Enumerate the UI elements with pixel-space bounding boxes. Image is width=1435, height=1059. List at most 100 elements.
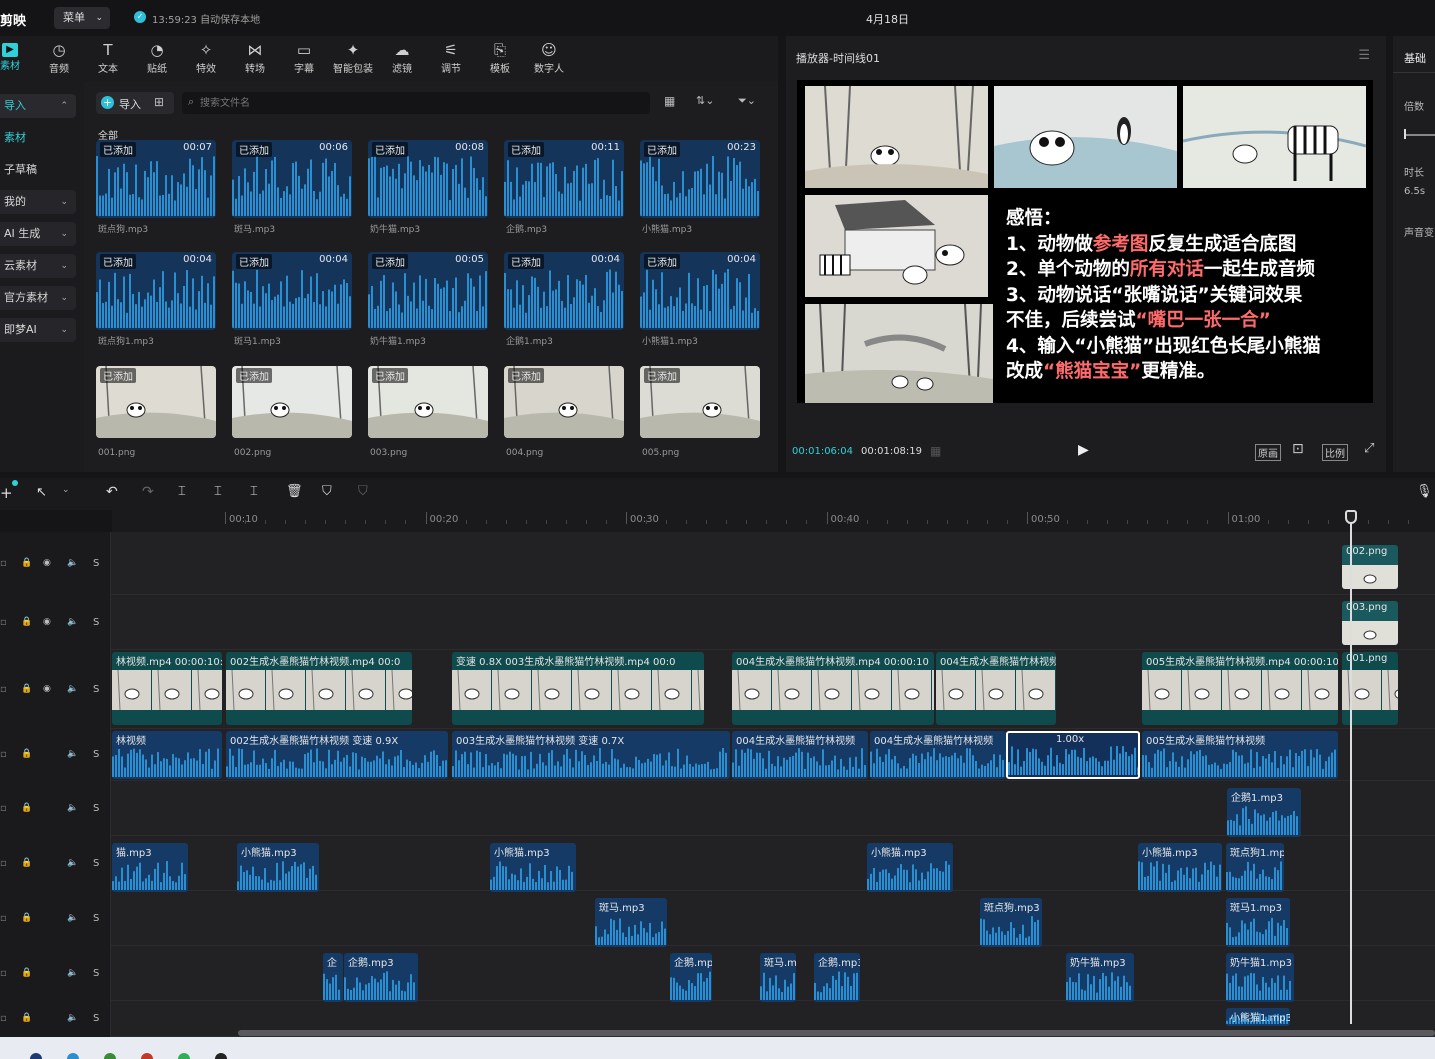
a1-clip[interactable]: 企鹅1.mp3 xyxy=(1227,788,1301,837)
nav-item-1[interactable]: 素材 xyxy=(0,126,76,150)
a4-clip[interactable]: 企鹅.mp xyxy=(670,953,712,1002)
a2-clip[interactable]: 小熊猫.mp3 xyxy=(237,843,319,892)
tool-smart-pack[interactable]: ✦ 智能包装 xyxy=(329,40,377,75)
view-toggle-icon[interactable]: ▦ xyxy=(664,94,675,108)
main-audio-clip[interactable]: 004生成水墨熊猫竹林视频 xyxy=(732,731,868,779)
search-box[interactable]: ⌕ xyxy=(182,92,650,114)
audio-row1-card-4[interactable]: 已添加 00:23 xyxy=(640,140,760,218)
audio-row2-card-3[interactable]: 已添加 00:04 xyxy=(504,252,624,330)
tool-media[interactable]: ▶ 素材 xyxy=(0,40,34,72)
select-tool-icon[interactable]: ↖ xyxy=(36,485,47,500)
image-card-0[interactable]: 已添加 xyxy=(96,366,216,438)
visibility-icon[interactable]: ◉ xyxy=(43,617,51,627)
taskbar-app-icon[interactable] xyxy=(104,1053,116,1059)
sort-icon[interactable]: ⇅⌄ xyxy=(696,94,714,107)
audio-row1-card-2[interactable]: 已添加 00:08 xyxy=(368,140,488,218)
a3-clip[interactable]: 斑马.mp3 xyxy=(595,898,667,947)
main-audio-clip[interactable]: 003生成水墨熊猫竹林视频 变速 0.7X xyxy=(452,731,730,779)
a4-clip[interactable]: 奶牛猫1.mp3 xyxy=(1226,953,1294,1002)
split-left-icon[interactable]: ⌶ xyxy=(214,484,222,499)
video-clip[interactable]: 005生成水墨熊猫竹林视频.mp4 00:00:10: xyxy=(1142,652,1338,725)
tool-template[interactable]: ⎘ 模板 xyxy=(476,40,524,75)
lock-icon[interactable]: 🔒 xyxy=(21,968,32,978)
basic-tab[interactable]: 基础 xyxy=(1404,50,1426,66)
taskbar-app-icon[interactable] xyxy=(178,1053,190,1059)
volume-icon[interactable]: 🔈 xyxy=(67,968,78,978)
delete-icon[interactable]: 🗑 xyxy=(286,484,303,499)
nav-item-5[interactable]: 云素材 ⌄ xyxy=(0,254,76,278)
a3-clip[interactable]: 斑点狗.mp3 xyxy=(980,898,1042,947)
audio-row2-card-0[interactable]: 已添加 00:04 xyxy=(96,252,216,330)
solo-button[interactable]: S xyxy=(93,913,99,924)
audio-row2-card-2[interactable]: 已添加 00:05 xyxy=(368,252,488,330)
video-clip[interactable]: 002生成水墨熊猫竹林视频.mp4 00:0 xyxy=(226,652,412,725)
solo-button[interactable]: S xyxy=(93,558,99,569)
lock-icon[interactable]: 🔒 xyxy=(21,558,32,568)
video-clip[interactable]: 变速 0.8X 003生成水墨熊猫竹林视频.mp4 00:0 xyxy=(452,652,704,725)
main-audio-clip[interactable]: 005生成水墨熊猫竹林视频 xyxy=(1142,731,1338,779)
original-quality-button[interactable]: 原画 xyxy=(1255,444,1281,461)
a2-clip[interactable]: 小熊猫.mp3 xyxy=(1138,843,1222,892)
volume-icon[interactable]: 🔈 xyxy=(67,684,78,694)
audio-row2-card-1[interactable]: 已添加 00:04 xyxy=(232,252,352,330)
tool-subtitle[interactable]: ▭ 字幕 xyxy=(280,40,328,75)
lock-icon[interactable]: 🔒 xyxy=(21,1013,32,1023)
fit-icon[interactable]: ⊡ xyxy=(1292,441,1304,457)
a2-clip[interactable]: 小熊猫.mp3 xyxy=(867,843,953,892)
image-card-4[interactable]: 已添加 xyxy=(640,366,760,438)
audio-row1-card-1[interactable]: 已添加 00:06 xyxy=(232,140,352,218)
video-clip[interactable]: 004生成水墨熊猫竹林视频 xyxy=(936,652,1056,725)
play-button[interactable]: ▶ xyxy=(1078,442,1089,458)
timeline-ruler[interactable]: 00:10 00:20 00:30 00:40 00:50 01:00 xyxy=(112,510,1435,532)
image-card-1[interactable]: 已添加 xyxy=(232,366,352,438)
tool-filter[interactable]: ☁ 滤镜 xyxy=(378,40,426,75)
main-audio-clip[interactable]: 004生成水墨熊猫竹林视频 xyxy=(870,731,1006,779)
taskbar-app-icon[interactable] xyxy=(215,1053,227,1059)
speed-slider[interactable] xyxy=(1404,134,1435,136)
visibility-icon[interactable]: ◉ xyxy=(43,684,51,694)
nav-item-6[interactable]: 官方素材 ⌄ xyxy=(0,286,76,310)
solo-button[interactable]: S xyxy=(93,1013,99,1024)
a2-clip[interactable]: 猫.mp3 xyxy=(112,843,188,892)
shield-icon[interactable]: ⛉ xyxy=(358,484,368,499)
fullscreen-icon[interactable]: ⤢ xyxy=(1364,441,1374,456)
a4-clip[interactable]: 企鹅.mp3 xyxy=(814,953,860,1002)
volume-icon[interactable]: 🔈 xyxy=(67,858,78,868)
microphone-icon[interactable]: 🎙 xyxy=(1416,484,1433,499)
a3-clip[interactable]: 斑马1.mp3 xyxy=(1226,898,1290,947)
taskbar-app-icon[interactable] xyxy=(67,1053,79,1059)
solo-button[interactable]: S xyxy=(93,684,99,695)
redo-icon[interactable]: ↷ xyxy=(142,484,154,500)
image-card-2[interactable]: 已添加 xyxy=(368,366,488,438)
volume-icon[interactable]: 🔈 xyxy=(67,558,78,568)
tool-audio[interactable]: ◷ 音频 xyxy=(35,40,83,75)
volume-icon[interactable]: 🔈 xyxy=(67,803,78,813)
main-audio-clip[interactable]: 002生成水墨熊猫竹林视频 变速 0.9X xyxy=(226,731,448,779)
nav-item-3[interactable]: 我的 ⌄ xyxy=(0,190,76,214)
video-clip[interactable]: 004生成水墨熊猫竹林视频.mp4 00:00:10 xyxy=(732,652,934,725)
timeline-scrollbar[interactable] xyxy=(238,1030,1435,1036)
lock-icon[interactable]: 🔒 xyxy=(21,684,32,694)
lock-icon[interactable]: 🔒 xyxy=(21,617,32,627)
tool-effects[interactable]: ✧ 特效 xyxy=(182,40,230,75)
solo-button[interactable]: S xyxy=(93,749,99,760)
a4-clip[interactable]: 企鹅.mp3 xyxy=(344,953,418,1002)
tool-transition[interactable]: ⋈ 转场 xyxy=(231,40,279,75)
nav-item-7[interactable]: 即梦AI ⌄ xyxy=(0,318,76,342)
solo-button[interactable]: S xyxy=(93,968,99,979)
aspect-ratio-button[interactable]: 比例 xyxy=(1322,444,1348,461)
a2-clip[interactable]: 小熊猫.mp3 xyxy=(490,843,576,892)
solo-button[interactable]: S xyxy=(93,803,99,814)
tool-digital-human[interactable]: ☺ 数字人 xyxy=(525,40,573,75)
a5-clip[interactable]: 小熊猫1.mp3 xyxy=(1226,1008,1290,1026)
visibility-icon[interactable]: ◉ xyxy=(43,558,51,568)
nav-item-2[interactable]: 子草稿 xyxy=(0,158,76,182)
undo-icon[interactable]: ↶ xyxy=(106,484,118,500)
tool-text[interactable]: T 文本 xyxy=(84,40,132,75)
taskbar-app-icon[interactable] xyxy=(30,1053,42,1059)
nav-item-4[interactable]: AI 生成 ⌄ xyxy=(0,222,76,246)
a4-clip[interactable]: 企 xyxy=(323,953,343,1002)
speed-slider-handle[interactable] xyxy=(1404,129,1406,139)
playhead[interactable] xyxy=(1350,512,1352,1024)
lock-icon[interactable]: 🔒 xyxy=(21,858,32,868)
